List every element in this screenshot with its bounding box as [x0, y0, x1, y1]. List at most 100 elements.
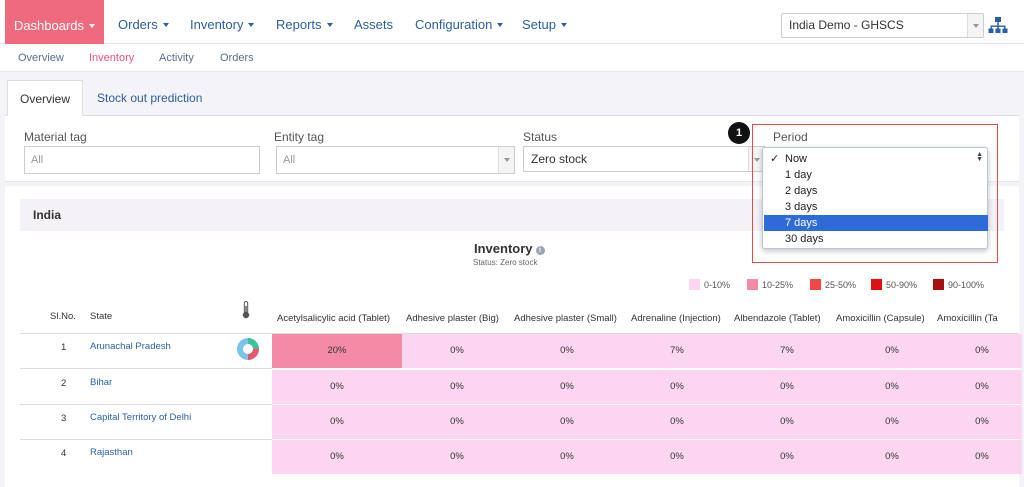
tab-overview[interactable]: Overview: [7, 80, 84, 116]
donut-chart-icon[interactable]: [237, 338, 259, 360]
nav-inventory[interactable]: Inventory: [190, 0, 255, 44]
heatmap-cell[interactable]: 0%: [842, 370, 942, 404]
row-sl-no: 3: [61, 413, 67, 424]
row-sl-no: 1: [61, 342, 67, 353]
subnav-inventory[interactable]: Inventory: [89, 52, 134, 64]
heatmap-cell[interactable]: 0%: [842, 405, 942, 439]
state-link[interactable]: Rajasthan: [90, 447, 133, 458]
nav-inventory-label: Inventory: [190, 17, 244, 32]
chevron-down-icon: [497, 22, 504, 27]
row-sl-no: 4: [61, 448, 67, 459]
header-material: Amoxicillin (Capsule): [836, 313, 925, 324]
header-material: Adrenaline (Injection): [631, 313, 721, 324]
legend-swatch: [871, 279, 882, 290]
heatmap-cell[interactable]: 0%: [512, 334, 622, 368]
status-select[interactable]: Zero stock: [523, 146, 765, 172]
state-link[interactable]: Arunachal Pradesh: [90, 341, 171, 352]
hierarchy-icon[interactable]: [988, 15, 1008, 35]
tab-stock-out-prediction[interactable]: Stock out prediction: [85, 80, 214, 116]
inventory-title: Inventory i: [474, 241, 545, 256]
status-value: Zero stock: [531, 152, 588, 166]
nav-assets-label: Assets: [354, 17, 394, 32]
step-badge: 1: [728, 122, 750, 144]
entity-tag-select[interactable]: All: [276, 146, 515, 174]
header-material: Acetylsalicylic acid (Tablet): [277, 313, 390, 324]
heatmap-cell[interactable]: 0%: [272, 405, 402, 439]
heatmap-cell[interactable]: 0%: [272, 440, 402, 474]
heatmap-cell[interactable]: 0%: [732, 370, 842, 404]
heatmap-cell[interactable]: 0%: [942, 334, 1022, 368]
row-divider: [20, 439, 272, 440]
heatmap-cell[interactable]: 0%: [272, 370, 402, 404]
subnav-activity[interactable]: Activity: [159, 52, 194, 64]
period-option-3-days[interactable]: 3 days: [764, 199, 988, 215]
nav-orders-label: Orders: [118, 17, 158, 32]
heatmap-cell[interactable]: 0%: [732, 440, 842, 474]
heatmap-cell[interactable]: 0%: [622, 370, 732, 404]
legend-swatch: [933, 279, 944, 290]
nav-setup-label: Setup: [522, 17, 556, 32]
state-link[interactable]: Bihar: [90, 377, 112, 388]
heatmap-cell[interactable]: 7%: [732, 334, 842, 368]
header-material: Adhesive plaster (Small): [514, 313, 617, 324]
nav-assets[interactable]: Assets: [354, 0, 393, 44]
subnav-orders[interactable]: Orders: [220, 52, 254, 64]
state-link[interactable]: Capital Territory of Delhi: [90, 412, 191, 423]
nav-configuration[interactable]: Configuration: [415, 0, 504, 44]
period-option-label: 30 days: [785, 233, 824, 245]
period-option-label: 1 day: [785, 169, 812, 181]
nav-orders[interactable]: Orders: [118, 0, 169, 44]
heatmap-cell[interactable]: 0%: [942, 440, 1022, 474]
nav-dashboards[interactable]: Dashboards: [5, 0, 104, 44]
heatmap-cell[interactable]: 0%: [842, 440, 942, 474]
period-option-7-days[interactable]: 7 days: [764, 215, 988, 231]
heatmap-cell[interactable]: 7%: [622, 334, 732, 368]
heatmap-cell[interactable]: 0%: [942, 405, 1022, 439]
heatmap-cell[interactable]: 0%: [512, 405, 622, 439]
period-option-30-days[interactable]: 30 days: [764, 231, 988, 247]
legend-swatch: [810, 279, 821, 290]
heatmap-cell[interactable]: 0%: [622, 440, 732, 474]
info-icon[interactable]: i: [535, 246, 545, 255]
material-tag-input[interactable]: All: [24, 146, 260, 174]
heatmap-cell[interactable]: 0%: [622, 405, 732, 439]
chevron-down-icon: [498, 147, 514, 173]
legend-label: 50-90%: [886, 280, 918, 290]
legend-label: 0-10%: [704, 280, 731, 290]
select-arrows-icon: ▲ ▼: [976, 151, 983, 163]
heatmap-cell[interactable]: 0%: [512, 440, 622, 474]
heatmap-cell[interactable]: 0%: [512, 370, 622, 404]
nav-setup[interactable]: Setup: [522, 0, 567, 44]
domain-select-value: India Demo - GHSCS: [789, 18, 904, 32]
thermometer-icon: [242, 301, 250, 319]
period-option-1-day[interactable]: 1 day: [764, 167, 988, 183]
domain-select[interactable]: India Demo - GHSCS: [781, 13, 984, 38]
heatmap-cell[interactable]: 0%: [402, 405, 512, 439]
material-tag-placeholder: All: [31, 154, 44, 166]
period-option-now[interactable]: ✓ Now: [764, 151, 988, 167]
nav-reports-label: Reports: [276, 17, 322, 32]
period-option-label: 2 days: [785, 185, 818, 197]
material-tag-label: Material tag: [24, 130, 87, 144]
chevron-down-icon: [560, 22, 567, 27]
heatmap-cell[interactable]: 0%: [402, 334, 512, 368]
period-dropdown[interactable]: ✓ Now 1 day 2 days 3 days 7 days 30 days…: [762, 147, 988, 249]
legend-swatch: [747, 279, 758, 290]
entity-tag-label: Entity tag: [274, 130, 325, 144]
tabs: Overview Stock out prediction: [5, 80, 1019, 116]
heatmap-cell[interactable]: 0%: [402, 440, 512, 474]
header-material: Albendazole (Tablet): [734, 313, 821, 324]
heatmap-cell[interactable]: 0%: [842, 334, 942, 368]
period-option-2-days[interactable]: 2 days: [764, 183, 988, 199]
heatmap-cell[interactable]: 20%: [272, 334, 402, 368]
region-title: India: [33, 208, 62, 222]
period-option-label: 7 days: [785, 217, 818, 229]
heatmap-cell[interactable]: 0%: [732, 405, 842, 439]
heatmap-cell[interactable]: 0%: [402, 370, 512, 404]
legend-label: 10-25%: [762, 280, 794, 290]
subnav-overview[interactable]: Overview: [18, 52, 64, 64]
nav-reports[interactable]: Reports: [276, 0, 333, 44]
top-nav: Dashboards Orders Inventory Reports Asse…: [0, 0, 1024, 44]
chevron-down-icon: [967, 14, 983, 37]
heatmap-cell[interactable]: 0%: [942, 370, 1022, 404]
